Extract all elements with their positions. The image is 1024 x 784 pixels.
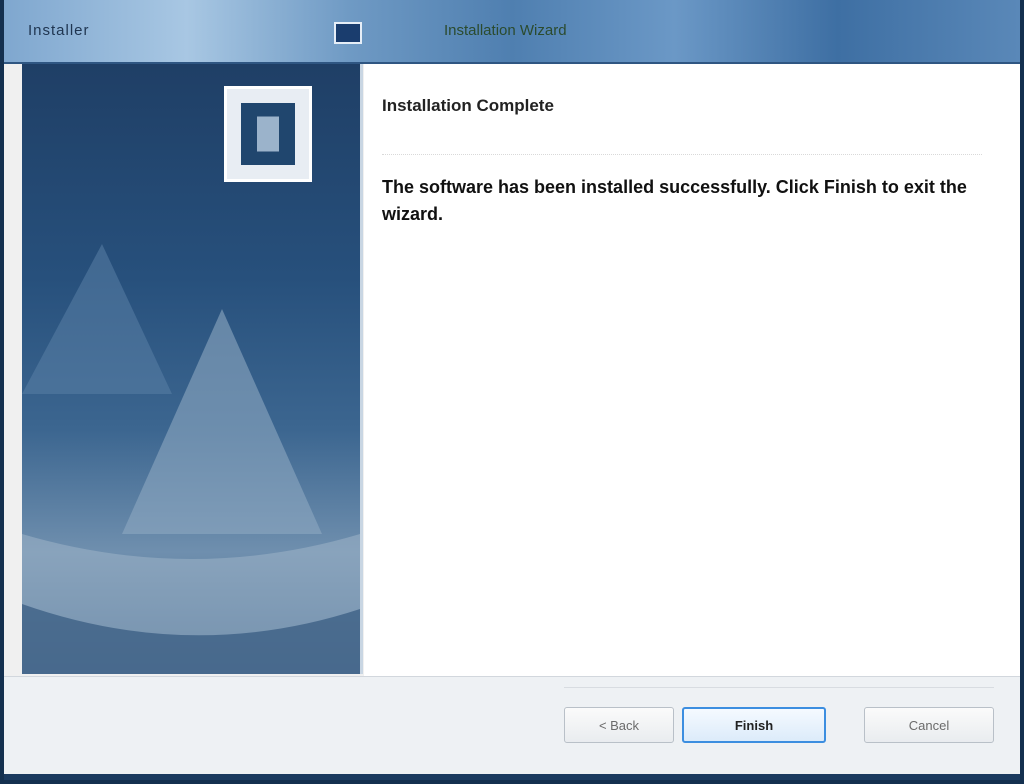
app-name: Installation Wizard <box>444 22 567 39</box>
mountain-shape <box>122 309 322 534</box>
mountain-shape <box>22 244 172 394</box>
footer-divider <box>564 687 994 688</box>
title-bar[interactable]: Installer Installation Wizard <box>4 0 1020 64</box>
window-bottom-edge <box>4 774 1020 780</box>
page-title: Installation Complete <box>382 96 554 115</box>
cancel-button[interactable]: Cancel <box>864 707 994 743</box>
app-window-icon <box>334 22 362 44</box>
divider <box>382 144 982 155</box>
installer-window: Installer Installation Wizard Installati… <box>0 0 1024 784</box>
logo-mark <box>241 103 295 165</box>
back-button[interactable]: < Back <box>564 707 674 743</box>
finish-button[interactable]: Finish <box>682 707 826 743</box>
wizard-content: Installation Complete The software has b… <box>364 64 1020 676</box>
window-title: Installer <box>28 22 90 39</box>
product-logo-icon <box>224 86 312 182</box>
wizard-sidebar-banner <box>22 64 363 674</box>
wizard-footer: < Back Finish Cancel <box>4 676 1020 780</box>
completion-message: The software has been installed successf… <box>382 177 967 224</box>
